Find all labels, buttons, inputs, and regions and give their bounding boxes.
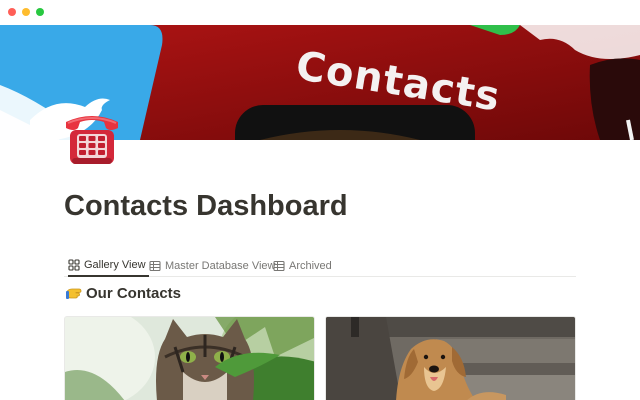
page-title: Contacts Dashboard <box>64 190 348 222</box>
dog-photo <box>326 317 575 400</box>
table-icon <box>149 260 161 272</box>
tab-label: Gallery View <box>84 259 146 271</box>
window-zoom-button[interactable] <box>36 8 44 16</box>
window-titlebar <box>0 0 640 25</box>
tab-label: Master Database View <box>165 260 276 272</box>
view-tabs: Gallery View Master Database View Archiv… <box>64 255 576 277</box>
tab-archived[interactable]: Archived <box>273 255 332 277</box>
contact-card[interactable] <box>64 316 315 400</box>
tab-gallery-view[interactable]: Gallery View <box>68 255 149 277</box>
section-heading-text: Our Contacts <box>86 285 182 302</box>
tab-master-database-view[interactable]: Master Database View <box>149 255 275 277</box>
tab-label: Archived <box>289 260 332 272</box>
section-heading: Our Contacts <box>66 285 181 302</box>
table-icon <box>273 260 285 272</box>
window-minimize-button[interactable] <box>22 8 30 16</box>
window-close-button[interactable] <box>8 8 16 16</box>
gallery-icon <box>68 259 80 271</box>
pointing-hand-icon <box>66 288 82 299</box>
cat-photo <box>65 317 314 400</box>
contact-card[interactable] <box>325 316 576 400</box>
telephone-icon[interactable] <box>62 108 122 168</box>
